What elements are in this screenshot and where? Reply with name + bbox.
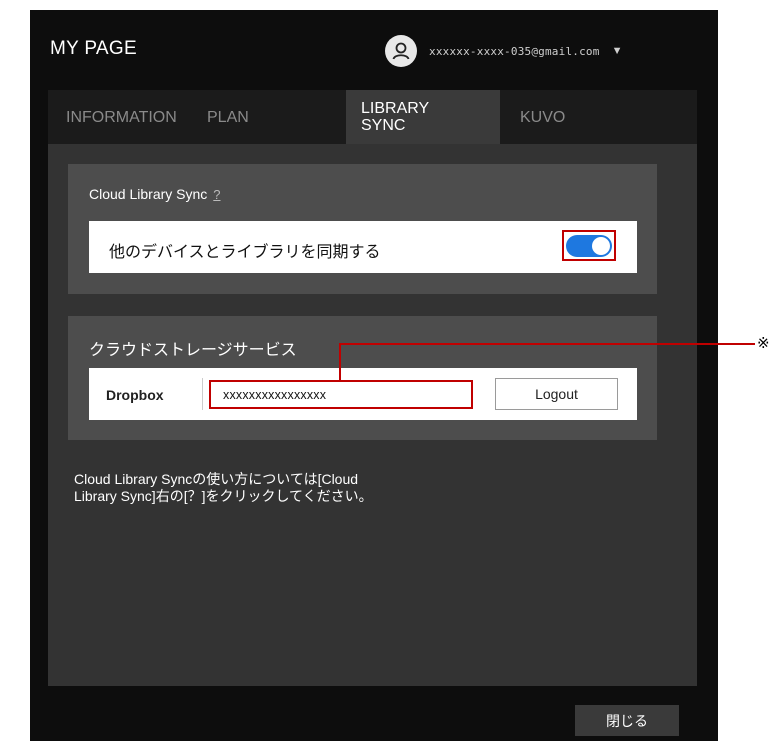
toggle-highlight xyxy=(562,230,616,261)
tab-label: KUVO xyxy=(520,108,566,126)
tab-kuvo[interactable]: KUVO xyxy=(500,90,697,144)
tab-library-sync[interactable]: LIBRARY SYNC xyxy=(346,90,500,144)
storage-account-value: xxxxxxxxxxxxxxxx xyxy=(223,388,327,402)
storage-row: Dropbox xxxxxxxxxxxxxxxx Logout xyxy=(89,368,637,420)
tab-plan[interactable]: PLAN xyxy=(188,90,346,144)
cloud-sync-title: Cloud Library Sync xyxy=(89,186,208,202)
help-link[interactable]: ? xyxy=(213,187,220,202)
tab-bar: INFORMATION PLAN LIBRARY SYNC KUVO xyxy=(48,90,697,144)
annotation-line-vertical xyxy=(339,344,341,381)
cloud-library-sync-panel: Cloud Library Sync? 他のデバイスとライブラリを同期する xyxy=(68,164,657,294)
help-info-text: Cloud Library Syncの使い方については[Cloud Librar… xyxy=(74,471,373,504)
tab-information[interactable]: INFORMATION xyxy=(48,90,188,144)
user-icon[interactable] xyxy=(385,35,417,67)
annotation-line-horizontal xyxy=(339,343,755,345)
account-menu[interactable]: xxxxxx-xxxx-035@gmail.com ▼ xyxy=(385,35,622,67)
sync-toggle-row: 他のデバイスとライブラリを同期する xyxy=(89,221,637,273)
storage-title: クラウドストレージサービス xyxy=(89,342,297,359)
chevron-down-icon[interactable]: ▼ xyxy=(612,45,623,57)
provider-name: Dropbox xyxy=(106,387,164,403)
sync-toggle-label: 他のデバイスとライブラリを同期する xyxy=(109,244,381,261)
tab-label: PLAN xyxy=(207,108,249,126)
account-field-highlight: xxxxxxxxxxxxxxxx xyxy=(209,380,473,409)
tab-label: LIBRARY SYNC xyxy=(361,100,430,134)
toggle-knob xyxy=(592,236,610,255)
page-title: MY PAGE xyxy=(50,38,137,59)
divider xyxy=(202,378,203,410)
annotation-mark: ※ xyxy=(757,335,770,352)
logout-button[interactable]: Logout xyxy=(495,378,618,410)
account-email: xxxxxx-xxxx-035@gmail.com xyxy=(429,44,600,58)
close-button[interactable]: 閉じる xyxy=(575,705,679,736)
library-sync-content: Cloud Library Sync? 他のデバイスとライブラリを同期する クラ… xyxy=(48,144,697,686)
tab-label: INFORMATION xyxy=(66,108,177,126)
panel-title: Cloud Library Sync? xyxy=(89,186,221,202)
my-page-window: MY PAGE xxxxxx-xxxx-035@gmail.com ▼ INFO… xyxy=(30,10,718,741)
sync-toggle[interactable] xyxy=(566,234,612,257)
cloud-storage-panel: クラウドストレージサービス Dropbox xxxxxxxxxxxxxxxx L… xyxy=(68,316,657,440)
